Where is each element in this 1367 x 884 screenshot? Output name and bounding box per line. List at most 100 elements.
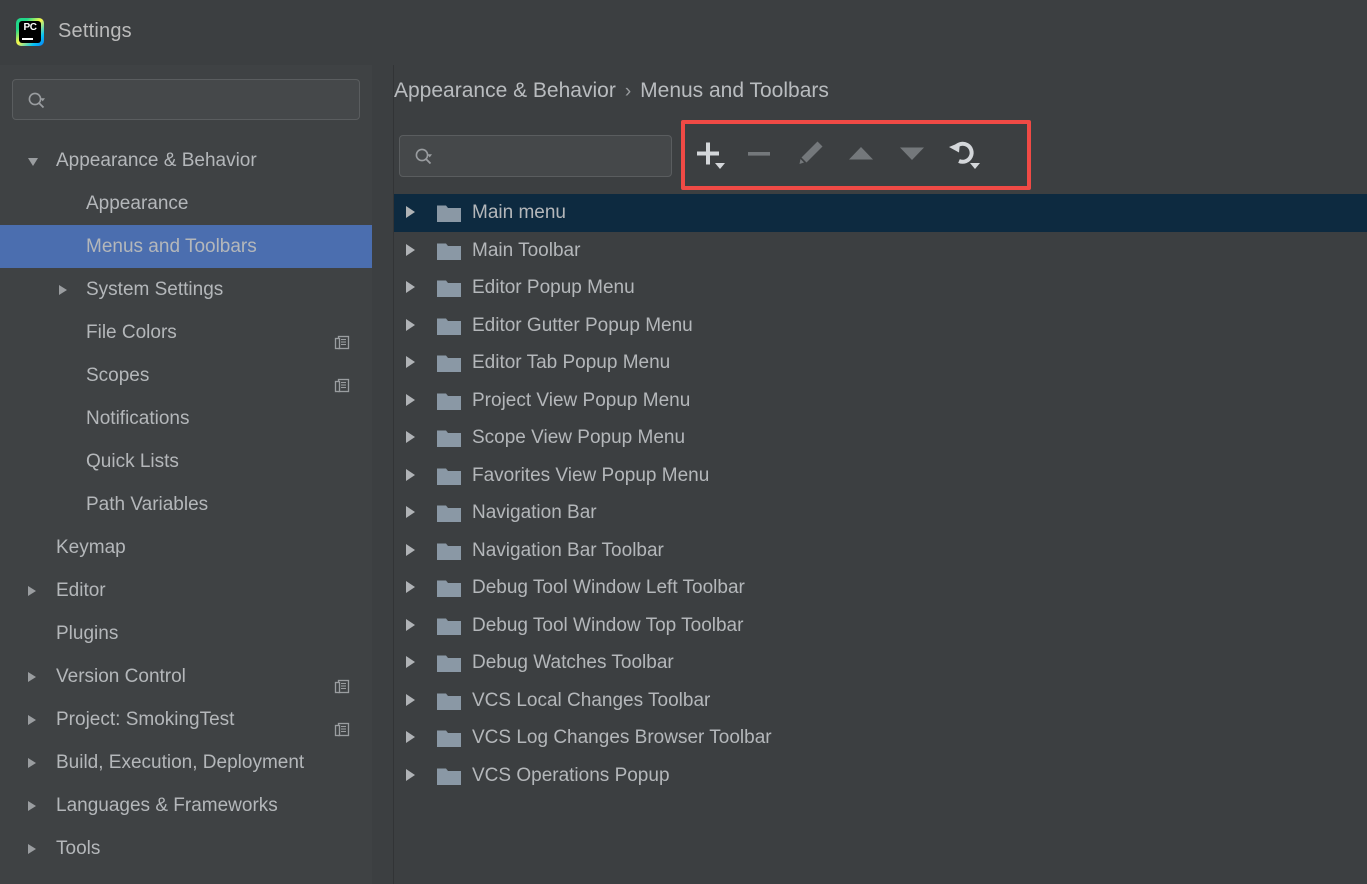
sidebar-item-label: Languages & Frameworks — [56, 795, 278, 816]
sidebar-item-appearance-behavior[interactable]: Appearance & Behavior — [0, 139, 372, 182]
move-up-button — [846, 138, 880, 172]
table-row[interactable]: Favorites View Popup Menu — [394, 457, 1367, 495]
chevron-right-icon[interactable] — [406, 581, 415, 593]
copy-settings-icon[interactable] — [334, 367, 350, 393]
revert-icon — [946, 136, 984, 179]
sidebar-item-notifications[interactable]: Notifications — [0, 397, 372, 440]
folder-icon — [437, 692, 461, 710]
chevron-right-icon[interactable] — [406, 393, 415, 406]
list-item-label: Navigation Bar — [472, 502, 597, 523]
table-row[interactable]: Navigation Bar — [394, 494, 1367, 532]
folder-icon — [437, 429, 461, 447]
chevron-right-icon[interactable] — [28, 586, 36, 596]
sidebar-item-label: Plugins — [56, 623, 119, 644]
chevron-down-icon[interactable] — [28, 158, 38, 166]
chevron-right-icon[interactable] — [28, 672, 36, 682]
list-item-label: VCS Operations Popup — [472, 764, 670, 786]
copy-settings-icon[interactable] — [334, 711, 350, 737]
sidebar-tree: Appearance & Behavior Appearance Menus and… — [0, 139, 372, 870]
plus-icon — [691, 136, 729, 179]
table-row[interactable]: Project View Popup Menu — [394, 382, 1367, 420]
breadcrumb-parent[interactable]: Appearance & Behavior — [394, 79, 616, 102]
table-row[interactable]: VCS Local Changes Toolbar — [394, 682, 1367, 720]
sidebar-item-label: Build, Execution, Deployment — [56, 752, 305, 773]
chevron-right-icon[interactable] — [406, 281, 415, 293]
sidebar-item-label: Notifications — [86, 408, 190, 429]
chevron-right-icon[interactable] — [406, 206, 415, 218]
sidebar-item-label: Scopes — [86, 365, 150, 386]
chevron-right-icon[interactable] — [28, 844, 36, 854]
chevron-right-icon[interactable] — [28, 758, 36, 768]
list-item-label: Navigation Bar Toolbar — [472, 539, 664, 561]
table-row[interactable]: Editor Tab Popup Menu — [394, 344, 1367, 382]
table-row[interactable]: Debug Tool Window Top Toolbar — [394, 607, 1367, 645]
breadcrumb-separator-icon: › — [624, 81, 632, 102]
folder-icon — [437, 542, 461, 560]
sidebar-item-version-control[interactable]: Version Control — [0, 655, 372, 698]
sidebar-item-label: Menus and Toolbars — [86, 236, 257, 257]
sidebar-item-appearance[interactable]: Appearance — [0, 182, 372, 225]
table-row[interactable]: Main Toolbar — [394, 232, 1367, 270]
table-row[interactable]: Editor Popup Menu — [394, 269, 1367, 307]
search-icon — [27, 91, 47, 111]
sidebar-item-plugins[interactable]: Plugins — [0, 612, 372, 655]
add-button[interactable] — [693, 138, 727, 172]
sidebar-item-build-execution-deployment[interactable]: Build, Execution, Deployment — [0, 741, 372, 784]
sidebar-item-system-settings[interactable]: System Settings — [0, 268, 372, 311]
chevron-right-icon[interactable] — [406, 243, 415, 256]
sidebar-item-file-colors[interactable]: File Colors — [0, 311, 372, 354]
chevron-right-icon[interactable] — [406, 618, 415, 631]
chevron-right-icon[interactable] — [406, 356, 415, 368]
sidebar-search-input[interactable] — [12, 79, 360, 120]
folder-icon — [437, 279, 461, 297]
sidebar-item-languages-frameworks[interactable]: Languages & Frameworks — [0, 784, 372, 827]
chevron-right-icon[interactable] — [28, 801, 36, 811]
sidebar-item-menus-and-toolbars[interactable]: Menus and Toolbars — [0, 225, 372, 268]
chevron-right-icon[interactable] — [28, 715, 36, 725]
chevron-right-icon[interactable] — [406, 506, 415, 518]
table-row[interactable]: Debug Watches Toolbar — [394, 644, 1367, 682]
chevron-right-icon[interactable] — [406, 731, 415, 743]
copy-settings-icon[interactable] — [334, 668, 350, 694]
menus-search-input[interactable] — [399, 135, 672, 177]
chevron-right-icon[interactable] — [406, 468, 415, 481]
table-row[interactable]: Main menu — [394, 194, 1367, 232]
table-row[interactable]: VCS Log Changes Browser Toolbar — [394, 719, 1367, 757]
sidebar-item-label: Appearance — [86, 193, 189, 214]
chevron-right-icon[interactable] — [406, 693, 415, 706]
sidebar-item-scopes[interactable]: Scopes — [0, 354, 372, 397]
table-row[interactable]: Navigation Bar Toolbar — [394, 532, 1367, 570]
sidebar-item-project-smokingtest[interactable]: Project: SmokingTest — [0, 698, 372, 741]
list-item-label: Scope View Popup Menu — [472, 427, 686, 448]
sidebar-item-tools[interactable]: Tools — [0, 827, 372, 870]
table-row[interactable]: VCS Operations Popup — [394, 757, 1367, 795]
chevron-right-icon[interactable] — [406, 543, 415, 556]
panel-divider — [372, 65, 393, 884]
table-row[interactable]: Debug Tool Window Left Toolbar — [394, 569, 1367, 607]
chevron-right-icon[interactable] — [406, 656, 415, 668]
sidebar-item-editor[interactable]: Editor — [0, 569, 372, 612]
folder-icon — [437, 317, 461, 335]
title-bar: PC Settings — [0, 0, 1367, 65]
chevron-right-icon[interactable] — [406, 318, 415, 331]
pencil-icon — [793, 136, 831, 179]
search-icon — [414, 147, 434, 167]
sidebar-item-label: Version Control — [56, 666, 186, 687]
main-panel: Appearance & Behavior › Menus and Toolbars… — [393, 65, 1367, 884]
sidebar-item-quick-lists[interactable]: Quick Lists — [0, 440, 372, 483]
window-title: Settings — [58, 20, 132, 42]
chevron-right-icon[interactable] — [406, 431, 415, 443]
list-item-label: Favorites View Popup Menu — [472, 464, 710, 486]
table-row[interactable]: Scope View Popup Menu — [394, 419, 1367, 457]
table-row[interactable]: Editor Gutter Popup Menu — [394, 307, 1367, 345]
chevron-right-icon[interactable] — [59, 285, 67, 295]
chevron-right-icon[interactable] — [406, 768, 415, 781]
sidebar-item-path-variables[interactable]: Path Variables — [0, 483, 372, 526]
sidebar-item-label: Keymap — [56, 537, 126, 558]
copy-settings-icon[interactable] — [334, 324, 350, 350]
edit-button — [795, 138, 829, 172]
list-item-label: Debug Watches Toolbar — [472, 652, 674, 673]
folder-icon — [437, 579, 461, 597]
restore-button[interactable] — [948, 138, 982, 172]
sidebar-item-keymap[interactable]: Keymap — [0, 526, 372, 569]
